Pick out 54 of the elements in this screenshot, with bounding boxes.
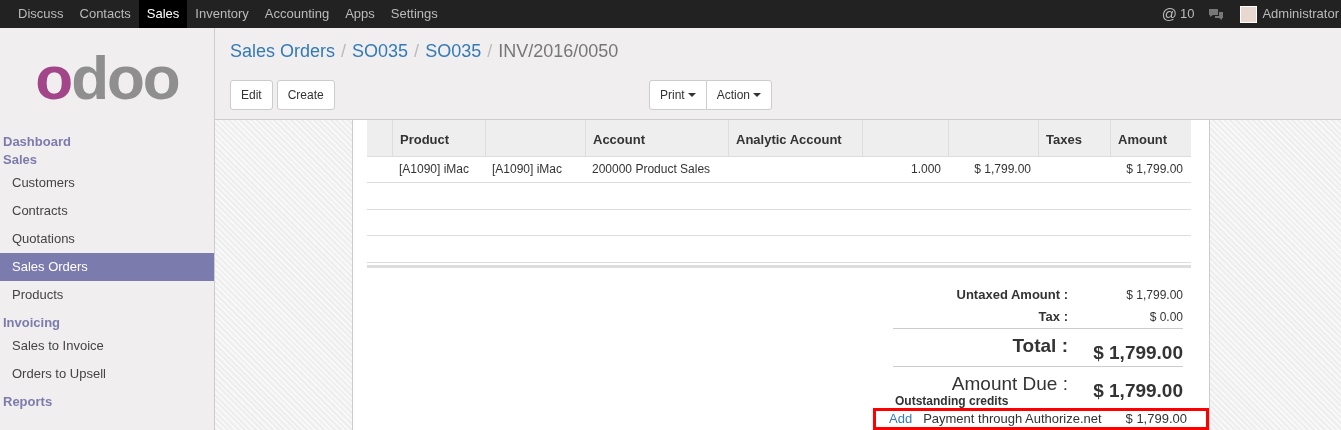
table-cell-text: [A1090] iMac	[398, 161, 471, 179]
breadcrumb-link[interactable]: SO035	[425, 38, 482, 65]
top-menu-item[interactable]: Sales	[138, 0, 188, 28]
breadcrumb-link[interactable]: Sales Orders	[230, 38, 336, 65]
top-menu-item[interactable]: Apps	[337, 0, 383, 28]
credit-description: Payment through Authorize.net	[923, 410, 1102, 429]
total-value: $ 1,799.00	[1125, 287, 1183, 304]
top-menu-item[interactable]: Contacts	[71, 0, 139, 28]
table-cell-text: $ 1,799.00	[973, 161, 1032, 179]
sidebar-item[interactable]: Customers	[0, 169, 214, 197]
add-link[interactable]: Add	[889, 409, 913, 429]
top-menu-item[interactable]: Settings	[382, 0, 446, 28]
top-menu-item[interactable]: Accounting	[256, 0, 338, 28]
top-menu-item[interactable]: Inventory	[187, 0, 257, 28]
dropdown-button[interactable]: Print	[649, 80, 707, 110]
sidebar-item[interactable]: Sales Orders	[0, 253, 214, 281]
caret-icon	[753, 93, 762, 97]
column-header[interactable]: Taxes	[1038, 120, 1110, 156]
table-cell-text: [A1090] iMac	[491, 161, 564, 179]
column-header[interactable]: Account	[585, 120, 728, 156]
sidebar-item[interactable]: Sales to Invoice	[0, 332, 214, 360]
sidebar-item[interactable]: Orders to Upsell	[0, 360, 214, 388]
total-label: Total :	[1011, 334, 1068, 358]
caret-icon	[687, 93, 696, 97]
total-value: $ 0.00	[1148, 309, 1183, 326]
breadcrumb-current: INV/2016/0050	[498, 40, 619, 63]
user-avatar	[1240, 5, 1258, 23]
total-value: $ 1,799.00	[1092, 379, 1183, 403]
toolbar-button[interactable]: Create	[276, 80, 335, 110]
column-header[interactable]: Product	[392, 120, 485, 156]
breadcrumb-separator: /	[341, 40, 347, 63]
sidebar-item[interactable]: Contracts	[0, 197, 214, 225]
mentions-counter[interactable]: @ 10	[1161, 2, 1195, 26]
table-cell-text: 200000 Product Sales	[591, 161, 712, 179]
chat-bubbles-icon[interactable]	[1208, 7, 1225, 21]
total-label: Amount Due :	[950, 372, 1068, 396]
sidebar-item[interactable]: Products	[0, 281, 214, 309]
breadcrumb-separator: /	[487, 40, 493, 63]
credit-amount: $ 1,799.00	[1125, 410, 1188, 429]
column-header[interactable]: Amount	[1110, 120, 1190, 156]
table-cell-text: $ 1,799.00	[1125, 161, 1184, 179]
logo: odoo	[35, 47, 179, 109]
breadcrumb-link[interactable]: SO035	[352, 38, 409, 65]
total-label: Untaxed Amount :	[955, 286, 1068, 305]
sidebar-item[interactable]: Quotations	[0, 225, 214, 253]
breadcrumb-separator: /	[414, 40, 420, 63]
table-cell-text: 1.000	[909, 161, 942, 179]
column-header[interactable]: Analytic Account	[728, 120, 862, 156]
total-value: $ 1,799.00	[1092, 341, 1183, 365]
toolbar-button[interactable]: Edit	[230, 80, 273, 110]
dropdown-button[interactable]: Action	[705, 80, 773, 110]
top-menu-item[interactable]: Discuss	[10, 0, 72, 28]
user-name[interactable]: Administrator	[1262, 4, 1339, 24]
total-label: Tax :	[1037, 308, 1068, 327]
